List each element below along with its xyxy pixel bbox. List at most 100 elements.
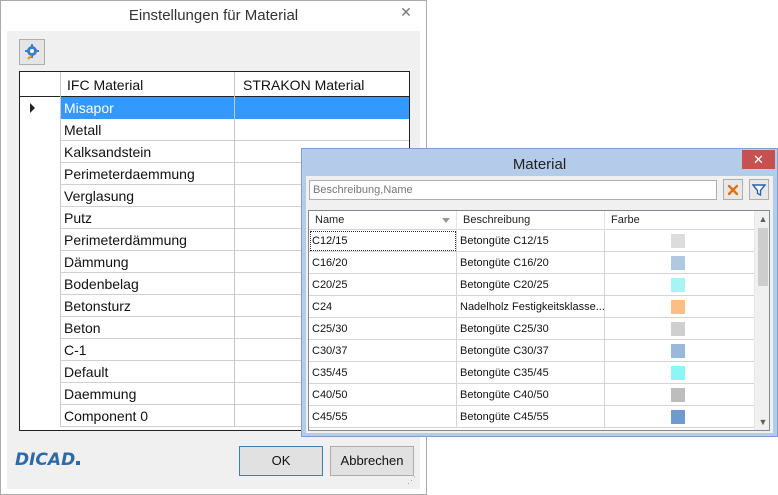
- description-cell[interactable]: Betongüte C40/50: [457, 384, 605, 406]
- description-cell[interactable]: Betongüte C25/30: [457, 318, 605, 340]
- name-cell[interactable]: C45/55: [309, 406, 457, 428]
- table-row[interactable]: Misapor: [20, 97, 409, 119]
- row-header[interactable]: [20, 339, 61, 361]
- color-cell[interactable]: [605, 274, 754, 296]
- ifc-material-cell[interactable]: Perimeterdämmung: [61, 229, 235, 251]
- color-cell[interactable]: [605, 296, 754, 318]
- color-cell[interactable]: [605, 318, 754, 340]
- row-header[interactable]: [20, 251, 61, 273]
- table-row[interactable]: C24 Nadelholz Festigkeitsklasse...: [309, 296, 754, 318]
- material-list: Name Beschreibung Farbe C12/15 Betongüte…: [308, 210, 770, 431]
- color-cell[interactable]: [605, 230, 754, 252]
- description-cell[interactable]: Nadelholz Festigkeitsklasse...: [457, 296, 605, 318]
- logo-dot: [76, 461, 81, 465]
- column-header-strakon-material[interactable]: STRAKON Material: [235, 72, 409, 97]
- vertical-scrollbar[interactable]: ▲ ▼: [754, 211, 769, 430]
- color-swatch: [671, 234, 685, 248]
- name-cell[interactable]: C20/25: [309, 274, 457, 296]
- ifc-material-cell[interactable]: Betonsturz: [61, 295, 235, 317]
- ifc-material-cell[interactable]: Daemmung: [61, 383, 235, 405]
- title-bar[interactable]: Einstellungen für Material ✕: [1, 1, 426, 31]
- table-row[interactable]: C16/20 Betongüte C16/20: [309, 252, 754, 274]
- filter-button[interactable]: [749, 179, 769, 200]
- description-cell[interactable]: Betongüte C12/15: [457, 230, 605, 252]
- table-row[interactable]: C35/45 Betongüte C35/45: [309, 362, 754, 384]
- table-row[interactable]: C20/25 Betongüte C20/25: [309, 274, 754, 296]
- ifc-material-cell[interactable]: C-1: [61, 339, 235, 361]
- cancel-button[interactable]: Abbrechen: [330, 446, 414, 476]
- name-cell[interactable]: C40/50: [309, 384, 457, 406]
- clear-search-button[interactable]: [723, 179, 743, 200]
- ifc-material-cell[interactable]: Metall: [61, 119, 235, 141]
- settings-gear-icon: [25, 44, 39, 60]
- scroll-thumb[interactable]: [758, 228, 768, 286]
- color-cell[interactable]: [605, 406, 754, 428]
- description-cell[interactable]: Betongüte C20/25: [457, 274, 605, 296]
- ifc-material-cell[interactable]: Default: [61, 361, 235, 383]
- name-cell[interactable]: C24: [309, 296, 457, 318]
- material-dialog-content: Beschreibung,Name Name Beschreibung Farb…: [306, 176, 773, 433]
- description-cell[interactable]: Betongüte C16/20: [457, 252, 605, 274]
- column-header-ifc-material[interactable]: IFC Material: [61, 72, 235, 97]
- color-cell[interactable]: [605, 340, 754, 362]
- color-cell[interactable]: [605, 252, 754, 274]
- ifc-material-cell[interactable]: Verglasung: [61, 185, 235, 207]
- row-header[interactable]: [20, 383, 61, 405]
- color-swatch: [671, 410, 685, 424]
- column-header-name[interactable]: Name: [309, 211, 457, 230]
- name-cell[interactable]: C25/30: [309, 318, 457, 340]
- resize-grip-icon[interactable]: ⋰: [407, 475, 416, 486]
- scroll-up-button[interactable]: ▲: [755, 211, 769, 227]
- row-header[interactable]: [20, 405, 61, 427]
- row-header[interactable]: [20, 207, 61, 229]
- color-cell[interactable]: [605, 384, 754, 406]
- settings-button[interactable]: [19, 39, 45, 65]
- column-header-farbe[interactable]: Farbe: [605, 211, 754, 230]
- ifc-material-cell[interactable]: Component 0: [61, 405, 235, 427]
- dialog-title: Einstellungen für Material: [128, 7, 299, 24]
- row-header[interactable]: [20, 273, 61, 295]
- color-swatch: [671, 322, 685, 336]
- table-row[interactable]: C45/55 Betongüte C45/55: [309, 406, 754, 428]
- ifc-material-cell[interactable]: Putz: [61, 207, 235, 229]
- description-cell[interactable]: Betongüte C45/55: [457, 406, 605, 428]
- material-dialog-title: Material: [512, 156, 567, 173]
- material-close-button[interactable]: ✕: [742, 150, 775, 169]
- row-header[interactable]: [20, 185, 61, 207]
- ifc-material-cell[interactable]: Bodenbelag: [61, 273, 235, 295]
- row-header[interactable]: [20, 141, 61, 163]
- table-row[interactable]: Metall: [20, 119, 409, 141]
- color-cell[interactable]: [605, 362, 754, 384]
- ifc-material-cell[interactable]: Kalksandstein: [61, 141, 235, 163]
- column-header-beschreibung[interactable]: Beschreibung: [457, 211, 605, 230]
- ok-button[interactable]: OK: [239, 446, 323, 476]
- row-header[interactable]: [20, 119, 61, 141]
- ifc-material-cell[interactable]: Misapor: [61, 97, 235, 119]
- table-row[interactable]: C25/30 Betongüte C25/30: [309, 318, 754, 340]
- row-header[interactable]: [20, 163, 61, 185]
- row-header[interactable]: [20, 361, 61, 383]
- scroll-down-button[interactable]: ▼: [755, 414, 769, 430]
- name-cell[interactable]: C35/45: [309, 362, 457, 384]
- description-cell[interactable]: Betongüte C35/45: [457, 362, 605, 384]
- name-cell[interactable]: C30/37: [309, 340, 457, 362]
- table-row[interactable]: C40/50 Betongüte C40/50: [309, 384, 754, 406]
- description-cell[interactable]: Betongüte C30/37: [457, 340, 605, 362]
- dicad-logo: DICAD: [15, 450, 81, 470]
- row-header[interactable]: [20, 295, 61, 317]
- strakon-material-cell[interactable]: [235, 97, 409, 119]
- name-cell[interactable]: C12/15: [309, 230, 457, 252]
- strakon-material-cell[interactable]: [235, 119, 409, 141]
- row-header[interactable]: [20, 97, 61, 119]
- search-input[interactable]: Beschreibung,Name: [309, 180, 717, 200]
- close-button[interactable]: ✕: [389, 2, 423, 22]
- ifc-material-cell[interactable]: Beton: [61, 317, 235, 339]
- table-row[interactable]: C12/15 Betongüte C12/15: [309, 230, 754, 252]
- row-header[interactable]: [20, 229, 61, 251]
- ifc-material-cell[interactable]: Perimeterdaemmung: [61, 163, 235, 185]
- name-cell[interactable]: C16/20: [309, 252, 457, 274]
- color-swatch: [671, 300, 685, 314]
- table-row[interactable]: C30/37 Betongüte C30/37: [309, 340, 754, 362]
- row-header[interactable]: [20, 317, 61, 339]
- ifc-material-cell[interactable]: Dämmung: [61, 251, 235, 273]
